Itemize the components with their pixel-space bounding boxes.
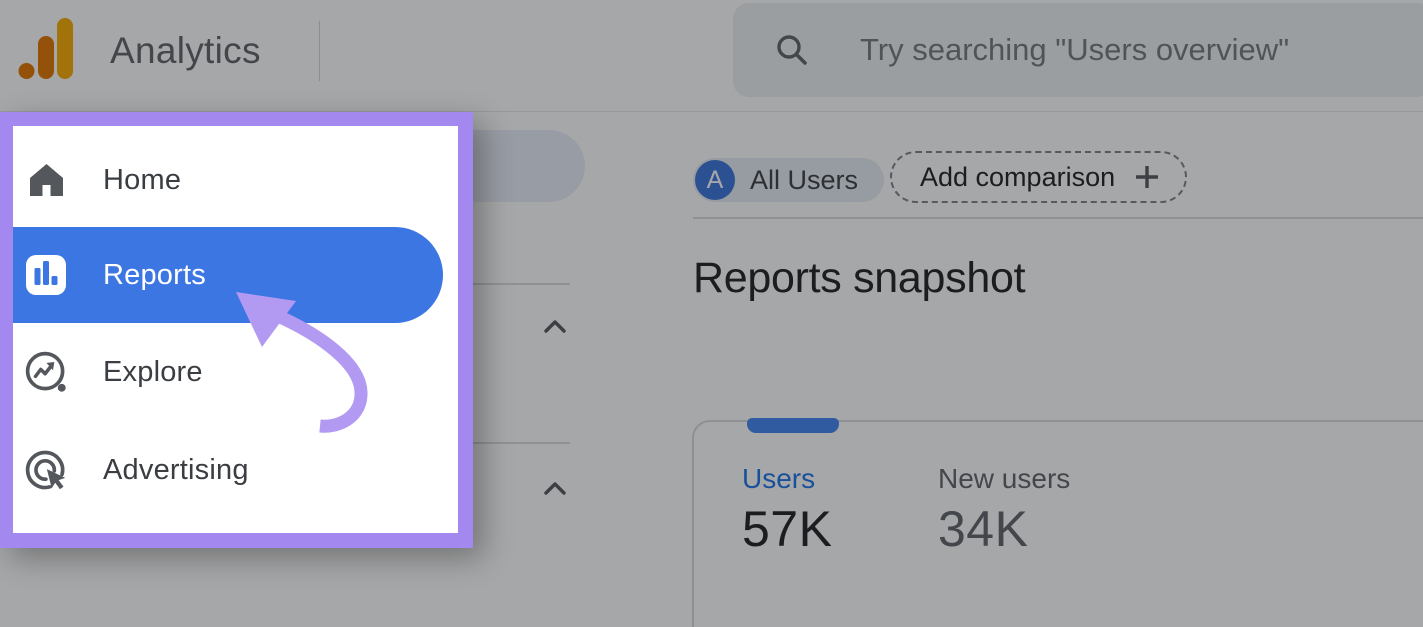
home-icon [28,162,65,198]
sidebar-item-home[interactable]: Home [13,132,443,228]
analytics-app-window: Analytics A All Users Add compari [0,0,1423,627]
bar-chart-icon [26,255,66,295]
sidebar-highlight-panel: Home Reports [0,112,473,548]
sidebar-item-label: Home [103,164,181,197]
sidebar-item-label: Explore [103,356,203,389]
explore-icon [25,348,67,396]
advertising-icon [25,446,67,494]
sidebar-item-advertising[interactable]: Advertising [13,422,443,518]
sidebar-item-label: Advertising [103,454,249,487]
sidebar-item-reports[interactable]: Reports [13,227,443,323]
sidebar-item-label: Reports [103,259,206,292]
sidebar-item-explore[interactable]: Explore [13,324,443,420]
